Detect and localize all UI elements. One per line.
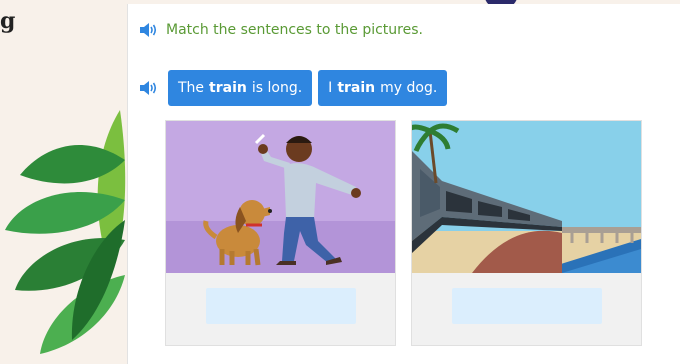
drop-target[interactable] bbox=[452, 288, 602, 324]
choice-pre: The bbox=[178, 80, 205, 96]
answer-choices: The train is long. I train my dog. bbox=[138, 70, 448, 106]
speaker-icon[interactable] bbox=[138, 80, 158, 96]
choice-keyword: train bbox=[209, 80, 247, 96]
choice-pre: I bbox=[328, 80, 333, 96]
choice-keyword: train bbox=[337, 80, 376, 96]
man-and-dog-picture bbox=[166, 121, 395, 273]
side-heading-fragment: g bbox=[0, 8, 16, 34]
long-train-picture bbox=[412, 121, 641, 273]
activity-panel: Match the sentences to the pictures. The… bbox=[127, 4, 680, 364]
picture-card-long-train bbox=[411, 120, 642, 346]
choice-post: is long. bbox=[251, 80, 303, 96]
plant-leaves-icon bbox=[5, 110, 126, 354]
instruction-text: Match the sentences to the pictures. bbox=[166, 22, 423, 38]
choice-i-train-my-dog[interactable]: I train my dog. bbox=[318, 70, 448, 106]
choice-post: my dog. bbox=[380, 80, 438, 96]
picture-card-dog-training bbox=[165, 120, 396, 346]
speaker-icon[interactable] bbox=[138, 22, 158, 38]
instruction-row: Match the sentences to the pictures. bbox=[138, 22, 423, 38]
choice-the-train-is-long[interactable]: The train is long. bbox=[168, 70, 313, 106]
drop-target[interactable] bbox=[206, 288, 356, 324]
